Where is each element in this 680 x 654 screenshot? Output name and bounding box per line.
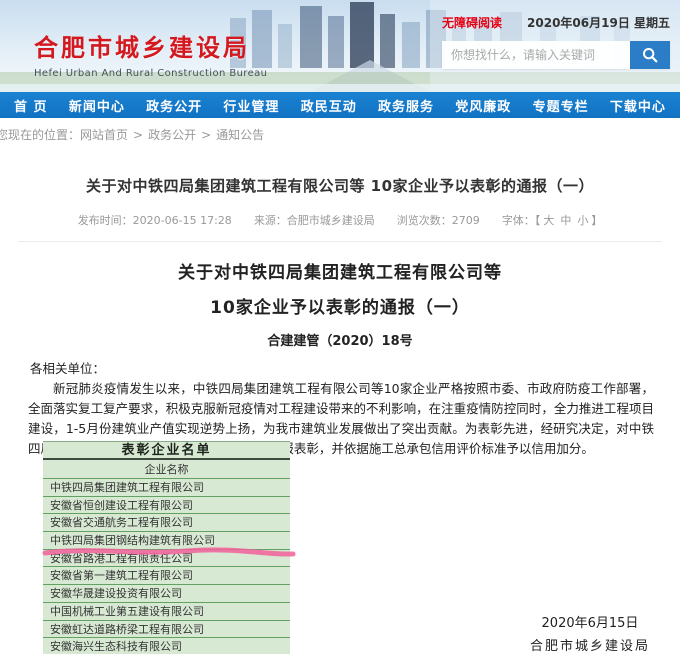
- site-title-english: Hefei Urban And Rural Construction Burea…: [34, 68, 267, 79]
- main-nav: 首 页 新闻中心 政务公开 行业管理 政民互动 政务服务 党风廉政 专题专栏 下…: [0, 92, 680, 118]
- nav-item-gov-info[interactable]: 政务公开: [146, 96, 202, 115]
- table-row: 中国机械工业第五建设有限公司: [43, 603, 290, 621]
- font-label-open: 字体：【: [502, 214, 541, 227]
- search-input[interactable]: [442, 41, 630, 69]
- article-header: 关于对中铁四局集团建筑工程有限公司等 10家企业予以表彰的通报（一） 发布时间：…: [0, 152, 680, 242]
- breadcrumb-notices[interactable]: 通知公告: [216, 128, 264, 142]
- signature-org: 合肥市城乡建设局: [530, 635, 650, 654]
- breadcrumb-gov-info[interactable]: 政务公开: [148, 128, 196, 142]
- nav-item-industry[interactable]: 行业管理: [223, 96, 279, 115]
- font-size-large[interactable]: 大: [543, 214, 554, 227]
- breadcrumb-home[interactable]: 网站首页: [80, 128, 128, 142]
- nav-item-services[interactable]: 政务服务: [378, 96, 434, 115]
- award-table-column-header: 企业名称: [43, 460, 290, 479]
- font-size-medium[interactable]: 中: [560, 214, 571, 227]
- current-date: 2020年06月19日 星期五: [527, 14, 670, 31]
- page: 合肥市城乡建设局 Hefei Urban And Rural Construct…: [0, 0, 680, 654]
- breadcrumb-label: 您现在的位置：: [0, 128, 80, 142]
- salutation: 各相关单位：: [30, 359, 654, 379]
- signature-block: 2020年6月15日 合肥市城乡建设局: [530, 612, 650, 654]
- nav-item-download[interactable]: 下载中心: [610, 96, 666, 115]
- search-button[interactable]: [630, 41, 670, 69]
- font-size-small[interactable]: 小: [577, 214, 588, 227]
- page-title: 关于对中铁四局集团建筑工程有限公司等 10家企业予以表彰的通报（一）: [0, 175, 680, 196]
- site-logo[interactable]: 合肥市城乡建设局 Hefei Urban And Rural Construct…: [34, 28, 267, 79]
- nav-item-topics[interactable]: 专题专栏: [533, 96, 589, 115]
- article-source: 来源：合肥市城乡建设局: [254, 212, 375, 228]
- nav-item-party-integrity[interactable]: 党风廉政: [455, 96, 511, 115]
- table-row: 安徽华晟建设投资有限公司: [43, 585, 290, 603]
- doc-title-line2: 10家企业予以表彰的通报（一）: [0, 293, 680, 318]
- award-table-title: 表彰企业名单: [43, 442, 290, 460]
- table-row: 中铁四局集团建筑工程有限公司: [43, 479, 290, 497]
- table-row: 安徽虹达道路桥梁工程有限公司: [43, 621, 290, 639]
- nav-item-home[interactable]: 首 页: [14, 96, 48, 115]
- site-header: 合肥市城乡建设局 Hefei Urban And Rural Construct…: [0, 0, 680, 92]
- header-divider: [18, 241, 662, 242]
- article: 关于对中铁四局集团建筑工程有限公司等 10家企业予以表彰的通报（一） 发布时间：…: [0, 152, 680, 459]
- header-right: 无障碍阅读 2020年06月19日 星期五: [442, 14, 670, 69]
- doc-number: 合建建管（2020）18号: [0, 330, 680, 349]
- table-row: 安徽省交通航务工程有限公司: [43, 514, 290, 532]
- font-label-close: 】: [591, 214, 602, 227]
- nav-item-news[interactable]: 新闻中心: [69, 96, 125, 115]
- nav-item-interaction[interactable]: 政民互动: [301, 96, 357, 115]
- article-meta: 发布时间：2020-06-15 17:28 来源：合肥市城乡建设局 浏览次数：2…: [0, 212, 680, 228]
- table-row: 安徽省路港工程有限责任公司: [43, 550, 290, 568]
- table-row: 安徽省恒创建设工程有限公司: [43, 497, 290, 515]
- table-row: 安徽海兴生态科技有限公司: [43, 638, 290, 654]
- breadcrumb-separator: >: [201, 128, 211, 142]
- accessibility-link[interactable]: 无障碍阅读: [442, 14, 502, 31]
- signature-date: 2020年6月15日: [530, 612, 650, 635]
- view-count: 浏览次数：2709: [397, 212, 480, 228]
- search-icon: [641, 46, 659, 64]
- breadcrumb: 您现在的位置：网站首页 > 政务公开 > 通知公告: [0, 118, 680, 152]
- font-size-control: 字体：【大中小】: [502, 212, 603, 228]
- search-bar: [442, 41, 670, 69]
- table-row: 中铁四局集团钢结构建筑有限公司: [43, 532, 290, 550]
- breadcrumb-separator: >: [133, 128, 143, 142]
- publish-time: 发布时间：2020-06-15 17:28: [78, 212, 232, 228]
- award-table: 表彰企业名单 企业名称 中铁四局集团建筑工程有限公司 安徽省恒创建设工程有限公司…: [43, 441, 290, 654]
- table-row: 安徽省第一建筑工程有限公司: [43, 567, 290, 585]
- site-title: 合肥市城乡建设局: [34, 28, 267, 63]
- doc-title-line1: 关于对中铁四局集团建筑工程有限公司等: [0, 258, 680, 283]
